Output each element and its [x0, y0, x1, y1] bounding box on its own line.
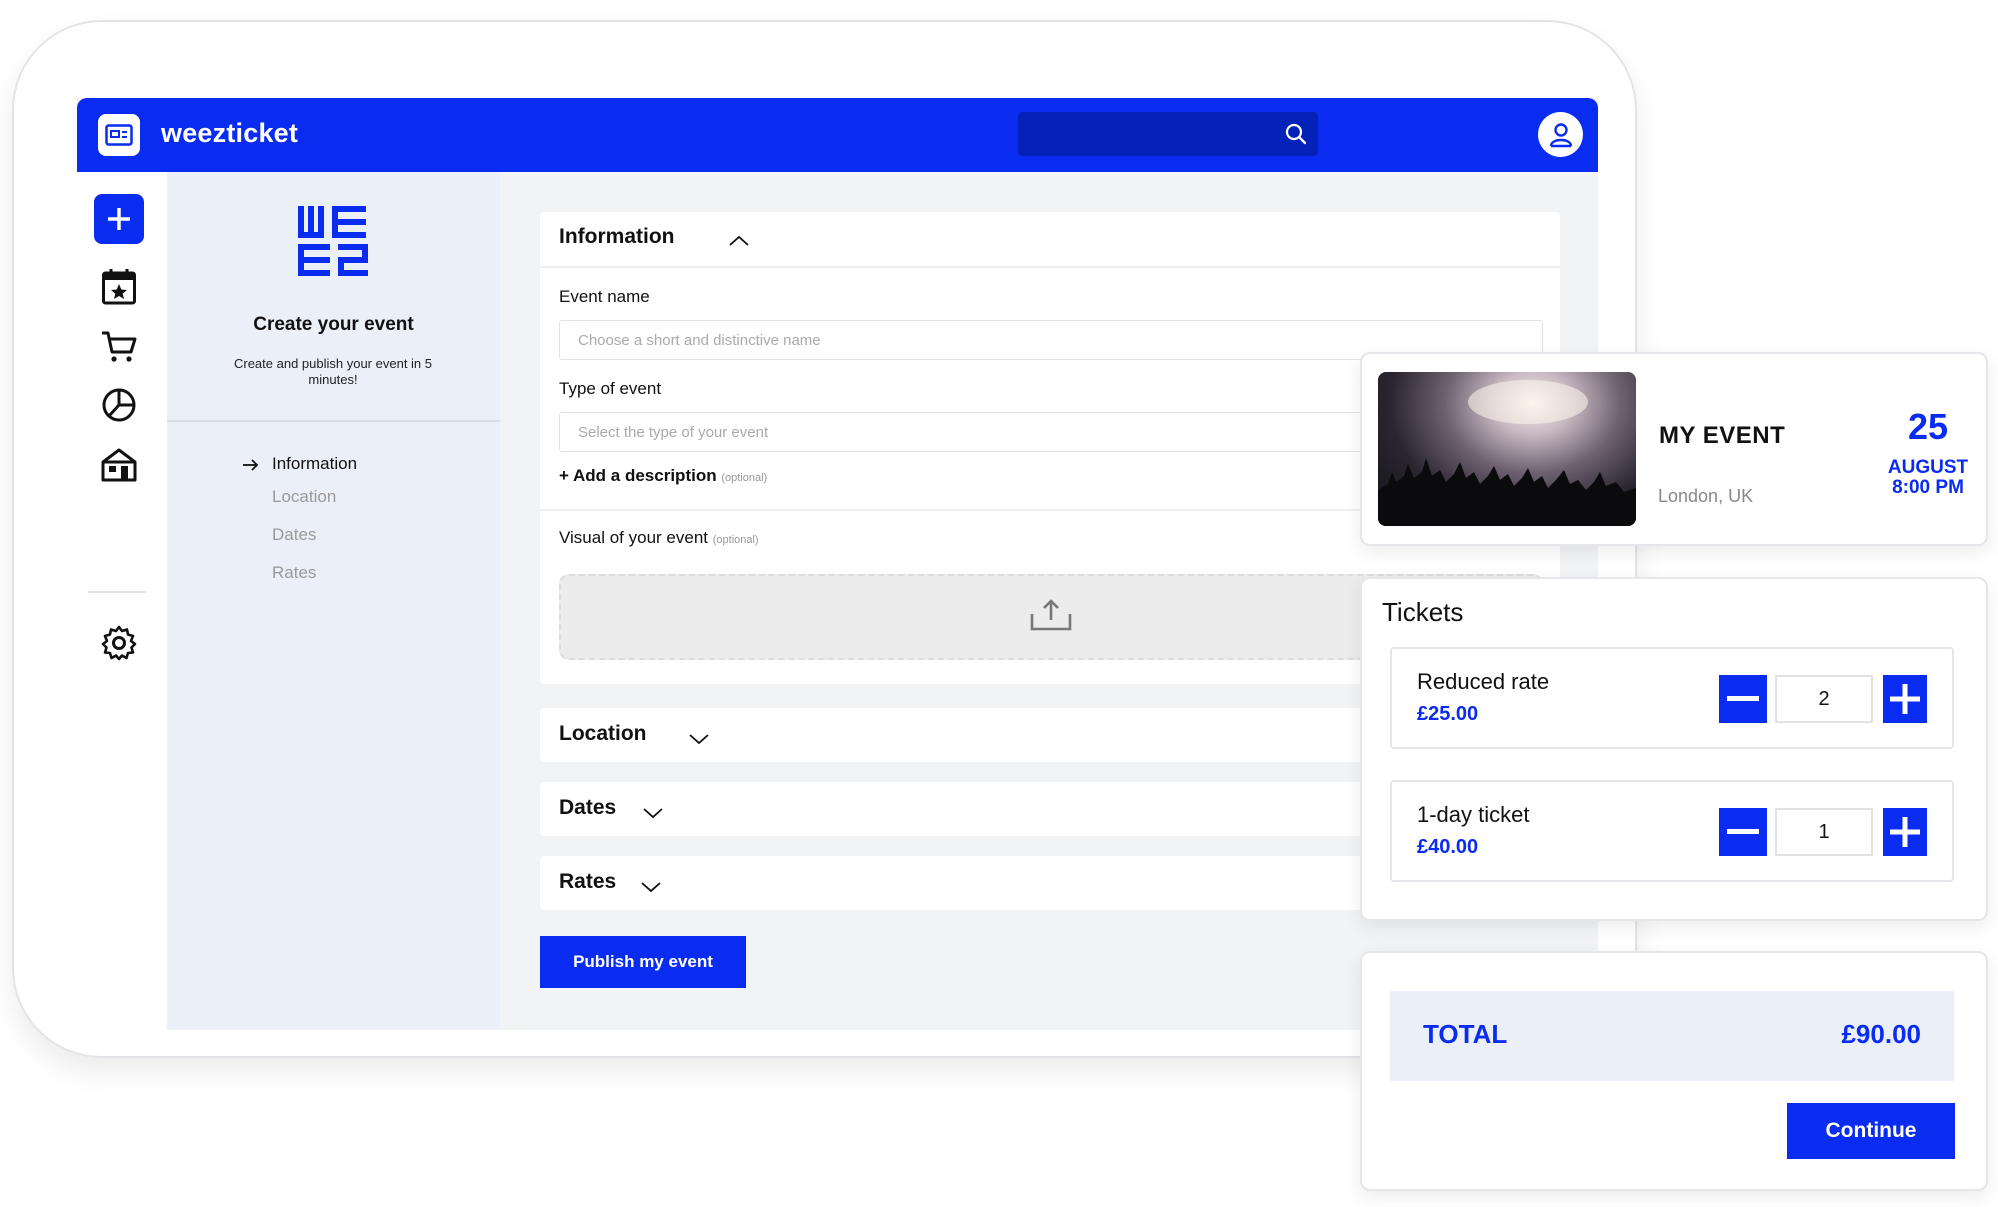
step-rates[interactable]: Rates: [272, 563, 316, 583]
tickets-title: Tickets: [1382, 597, 1464, 627]
information-header[interactable]: Information: [559, 225, 675, 249]
icon-sidebar: [77, 172, 167, 1030]
pie-chart-icon[interactable]: [94, 380, 144, 430]
sidebar-divider: [88, 591, 146, 593]
concert-image: [1378, 372, 1636, 526]
brand-name[interactable]: weezticket: [161, 118, 298, 149]
decrease-quantity-button[interactable]: [1719, 808, 1767, 856]
optional-tag: (optional): [712, 534, 759, 546]
event-preview-card: MY EVENT London, UK 25 AUGUST 8:00 PM: [1360, 352, 1988, 546]
visual-label: Visual of your event (optional): [559, 528, 759, 548]
event-location: London, UK: [1658, 486, 1754, 506]
search-icon[interactable]: [1284, 122, 1308, 151]
plus-icon: [1890, 684, 1920, 714]
minus-icon: [1727, 696, 1759, 701]
ticket-name: 1-day ticket: [1417, 802, 1530, 827]
we-logo-icon: [298, 206, 370, 281]
quantity-input[interactable]: 2: [1775, 675, 1873, 723]
step-information[interactable]: Information: [272, 454, 357, 474]
add-description-link[interactable]: + Add a description (optional): [559, 466, 767, 486]
plus-icon: [1890, 817, 1920, 847]
user-avatar-icon[interactable]: [1538, 112, 1583, 157]
gear-icon[interactable]: [94, 618, 144, 668]
increase-quantity-button[interactable]: [1883, 808, 1927, 856]
chevron-down-icon[interactable]: [642, 806, 664, 824]
event-month: AUGUST: [1887, 457, 1969, 478]
step-dates[interactable]: Dates: [272, 525, 316, 545]
location-header: Location: [559, 722, 647, 745]
rates-header: Rates: [559, 870, 617, 893]
chevron-up-icon[interactable]: [728, 234, 750, 252]
step-location[interactable]: Location: [272, 487, 336, 507]
ticket-price: £40.00: [1417, 836, 1479, 858]
event-time: 8:00 PM: [1892, 477, 1964, 498]
add-description-label: + Add a description: [559, 466, 717, 485]
top-bar: weezticket: [77, 98, 1598, 172]
ticket-name: Reduced rate: [1417, 669, 1550, 694]
publish-button[interactable]: Publish my event: [540, 936, 746, 988]
event-day: 25: [1907, 406, 1949, 447]
optional-tag: (optional): [721, 472, 768, 484]
arrow-right-icon: [242, 458, 260, 477]
chevron-down-icon[interactable]: [688, 732, 710, 750]
quantity-input[interactable]: 1: [1775, 808, 1873, 856]
event-type-label: Type of event: [559, 379, 662, 398]
event-title: MY EVENT: [1659, 422, 1786, 449]
summary-card: TOTAL £90.00 Continue: [1360, 951, 1988, 1191]
total-value: £90.00: [1841, 1019, 1921, 1049]
decrease-quantity-button[interactable]: [1719, 675, 1767, 723]
total-label: TOTAL: [1423, 1019, 1508, 1049]
tickets-card: Tickets Reduced rate £25.00 2 1-day tick…: [1360, 577, 1988, 921]
header-divider: [540, 266, 1560, 268]
calendar-star-icon[interactable]: [94, 262, 144, 312]
ticket-row: Reduced rate £25.00 2: [1390, 647, 1954, 749]
chevron-down-icon[interactable]: [640, 880, 662, 898]
event-name-label: Event name: [559, 287, 650, 306]
store-icon[interactable]: [94, 440, 144, 490]
plus-icon[interactable]: [94, 194, 144, 244]
cart-icon[interactable]: [94, 322, 144, 372]
upload-icon: [1029, 598, 1073, 637]
steps-panel: Create your event Create and publish you…: [167, 172, 500, 1030]
search-box[interactable]: [1018, 112, 1318, 156]
panel-divider: [167, 420, 500, 422]
ticket-logo-icon[interactable]: [98, 114, 140, 156]
visual-label-text: Visual of your event: [559, 528, 708, 547]
event-date-time: AUGUST 8:00 PM: [1868, 458, 1988, 498]
ticket-price: £25.00: [1417, 703, 1479, 725]
panel-title: Create your event: [253, 314, 414, 335]
minus-icon: [1727, 829, 1759, 834]
continue-button[interactable]: Continue: [1787, 1103, 1955, 1159]
panel-subtitle: Create and publish your event in 5 minut…: [233, 356, 432, 387]
total-box: TOTAL £90.00: [1390, 991, 1954, 1081]
increase-quantity-button[interactable]: [1883, 675, 1927, 723]
ticket-row: 1-day ticket £40.00 1: [1390, 780, 1954, 882]
dates-header: Dates: [559, 796, 617, 819]
